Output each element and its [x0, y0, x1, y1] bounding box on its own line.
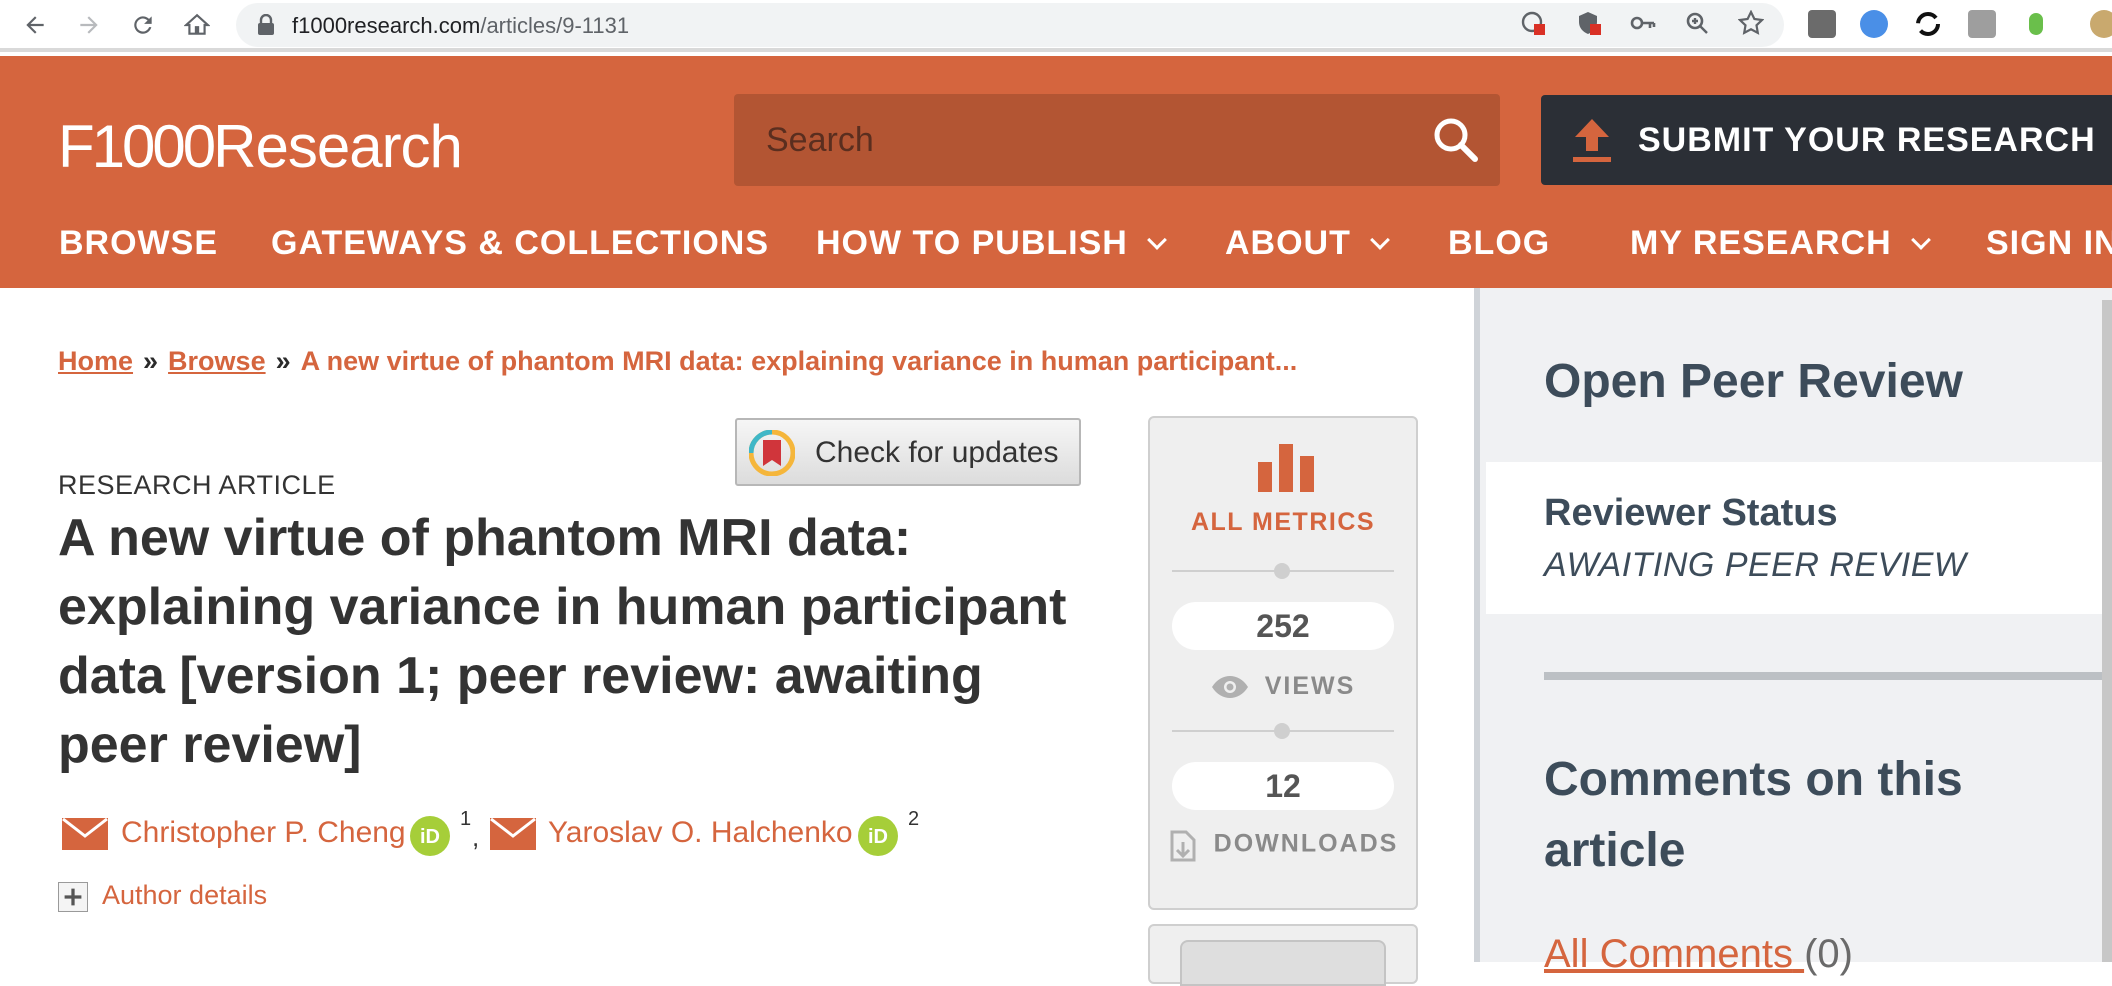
svg-text:iD: iD — [868, 826, 888, 848]
profile-avatar[interactable] — [2090, 10, 2112, 38]
f1000research-logo[interactable]: F1000Research — [58, 112, 463, 181]
orcid-icon[interactable]: iD — [858, 816, 898, 856]
author-affiliation: 2 — [908, 808, 920, 830]
nav-sign-in[interactable]: SIGN IN — [1986, 224, 2112, 263]
crossmark-icon — [749, 430, 795, 476]
email-envelope-icon[interactable] — [62, 818, 108, 850]
peer-review-sidebar: Open Peer Review Reviewer Status AWAITIN… — [1474, 288, 2112, 976]
reviewer-status-box: Reviewer Status AWAITING PEER REVIEW — [1486, 462, 2112, 614]
author-name[interactable]: Yaroslav O. Halchenko — [548, 816, 853, 850]
comments-heading: Comments on this article — [1544, 753, 1963, 877]
article-type: RESEARCH ARTICLE — [58, 470, 336, 500]
reload-icon[interactable] — [124, 6, 162, 44]
eye-icon — [1211, 676, 1248, 699]
extension-grey-icon[interactable] — [1968, 10, 1996, 38]
downloads-label: DOWNLOADS — [1150, 828, 1416, 862]
lock-icon — [258, 14, 274, 35]
breadcrumb: Home» Browse» A new virtue of phantom MRI … — [58, 346, 1298, 376]
browser-toolbar: f1000research.com/articles/9-1131 — [0, 0, 2112, 52]
breadcrumb-browse[interactable]: Browse — [168, 346, 266, 376]
metrics-panel: ALL METRICS 252 VIEWS 12 DOWNLOADS — [1148, 416, 1418, 910]
nav-about[interactable]: ABOUT — [1225, 224, 1390, 263]
reviewer-status-value: AWAITING PEER REVIEW — [1544, 546, 1967, 584]
article-title: A new virtue of phantom MRI data: explai… — [58, 509, 1067, 774]
open-peer-review-heading: Open Peer Review — [1544, 355, 1963, 408]
cite-button[interactable] — [1180, 940, 1386, 986]
divider-dot — [1274, 563, 1290, 579]
plus-icon — [58, 882, 88, 912]
chevron-down-icon — [1910, 229, 1931, 250]
main-nav: BROWSE GATEWAYS & COLLECTIONS HOW TO PUB… — [0, 224, 2112, 284]
chevron-down-icon — [1146, 229, 1167, 250]
search-box — [734, 94, 1500, 186]
bookmark-star-icon[interactable] — [1738, 10, 1764, 36]
divider — [1544, 672, 2112, 680]
home-icon[interactable] — [178, 6, 216, 44]
breadcrumb-home[interactable]: Home — [58, 346, 133, 376]
back-icon[interactable] — [16, 6, 54, 44]
all-metrics-link[interactable]: ALL METRICS — [1150, 508, 1416, 537]
extension-h-icon[interactable] — [1808, 10, 1836, 38]
reviewer-status-title: Reviewer Status — [1544, 492, 1838, 534]
nav-my-research[interactable]: MY RESEARCH — [1630, 224, 1931, 263]
upload-arrow-icon — [1573, 119, 1611, 162]
address-bar[interactable]: f1000research.com/articles/9-1131 — [236, 3, 1784, 47]
views-label: VIEWS — [1150, 672, 1416, 701]
comment-count: (0) — [1804, 932, 1853, 976]
nav-browse[interactable]: BROWSE — [59, 224, 218, 263]
scrollbar[interactable] — [2102, 300, 2112, 962]
bar-chart-icon[interactable] — [1256, 442, 1316, 492]
article-main: Home» Browse» A new virtue of phantom MRI … — [0, 288, 1474, 986]
svg-text:iD: iD — [420, 826, 440, 848]
key-icon[interactable] — [1630, 10, 1656, 36]
author-name[interactable]: Christopher P. Cheng — [121, 816, 406, 850]
submit-research-button[interactable]: SUBMIT YOUR RESEARCH — [1541, 95, 2112, 185]
search-icon[interactable] — [1430, 114, 1482, 166]
cite-panel — [1148, 924, 1418, 986]
nav-how-to-publish[interactable]: HOW TO PUBLISH — [816, 224, 1167, 263]
extension-blue-icon[interactable] — [1860, 10, 1888, 38]
all-comments-link[interactable]: All Comments (0) — [1544, 932, 1853, 977]
divider-dot — [1274, 723, 1290, 739]
check-for-updates-button[interactable]: Check for updates — [735, 418, 1081, 486]
search-input[interactable] — [734, 94, 1414, 186]
url-text: f1000research.com/articles/9-1131 — [292, 13, 630, 38]
shield-blocked-icon[interactable] — [1576, 10, 1602, 36]
download-icon — [1170, 830, 1196, 862]
orcid-icon[interactable]: iD — [410, 816, 450, 856]
extension-sync-icon[interactable] — [1914, 10, 1942, 38]
downloads-count: 12 — [1172, 762, 1394, 810]
forward-icon[interactable] — [70, 6, 108, 44]
views-count: 252 — [1172, 602, 1394, 650]
submit-research-label: SUBMIT YOUR RESEARCH — [1638, 121, 2096, 159]
nav-blog[interactable]: BLOG — [1448, 224, 1550, 263]
author-affiliation: 1 — [460, 808, 472, 830]
zoom-icon[interactable] — [1684, 10, 1710, 36]
chevron-down-icon — [1369, 229, 1390, 250]
cookie-blocked-icon[interactable] — [1520, 10, 1546, 36]
breadcrumb-current: A new virtue of phantom MRI data: explai… — [300, 346, 1298, 376]
email-envelope-icon[interactable] — [490, 818, 536, 850]
nav-gateways-collections[interactable]: GATEWAYS & COLLECTIONS — [271, 224, 769, 263]
extension-mouse-icon[interactable] — [2022, 10, 2050, 38]
